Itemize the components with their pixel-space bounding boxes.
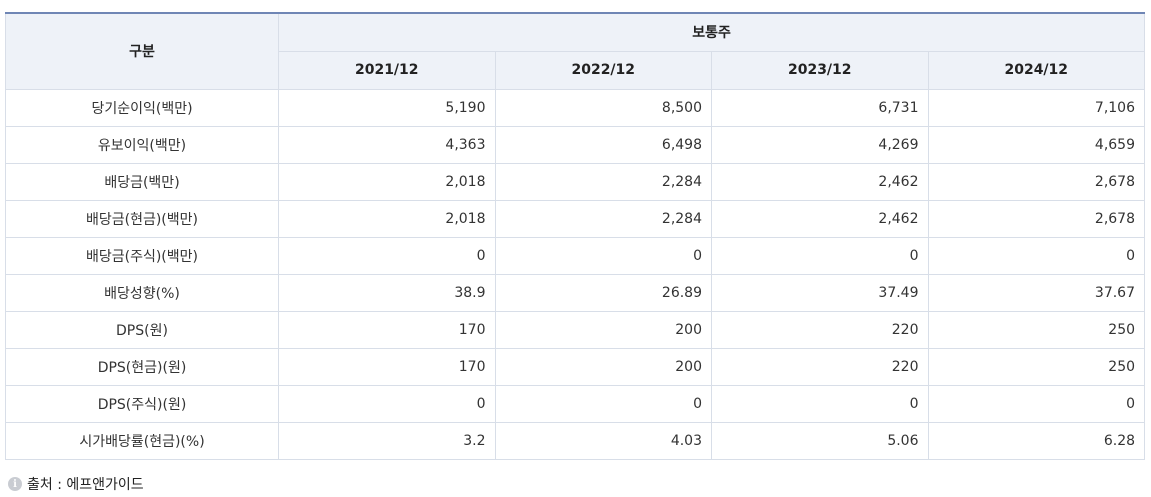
value-cell: 2,462 — [711, 162, 929, 201]
corner-header: 구분 — [5, 12, 279, 90]
row-label: 유보이익(백만) — [5, 125, 279, 164]
row-label: 배당금(현금)(백만) — [5, 199, 279, 238]
value-cell: 220 — [711, 347, 929, 386]
row-label: DPS(주식)(원) — [5, 384, 279, 423]
table-row: 배당성향(%) 38.9 26.89 37.49 37.67 — [5, 273, 1146, 312]
value-cell: 5.06 — [711, 421, 929, 460]
period-header: 2023/12 — [711, 50, 929, 90]
row-label: DPS(현금)(원) — [5, 347, 279, 386]
value-cell: 250 — [927, 347, 1146, 386]
value-cell: 4,363 — [278, 125, 496, 164]
value-cell: 220 — [711, 310, 929, 349]
dividend-table: 구분 보통주 2021/12 2022/12 2023/12 2024/12 당… — [5, 12, 1146, 460]
value-cell: 4,269 — [711, 125, 929, 164]
table-row: 유보이익(백만) 4,363 6,498 4,269 4,659 — [5, 125, 1146, 164]
source-text: 출처 : 에프앤가이드 — [27, 477, 144, 493]
value-cell: 0 — [927, 236, 1146, 275]
table-header: 구분 보통주 2021/12 2022/12 2023/12 2024/12 — [5, 12, 1146, 90]
value-cell: 2,284 — [494, 199, 712, 238]
value-cell: 6,498 — [494, 125, 712, 164]
table-row: 배당금(백만) 2,018 2,284 2,462 2,678 — [5, 162, 1146, 201]
value-cell: 5,190 — [278, 88, 496, 127]
value-cell: 4,659 — [927, 125, 1146, 164]
dividend-table-container: 구분 보통주 2021/12 2022/12 2023/12 2024/12 당… — [5, 12, 1146, 460]
value-cell: 6.28 — [927, 421, 1146, 460]
value-cell: 0 — [711, 236, 929, 275]
source-note: i 출처 : 에프앤가이드 — [8, 474, 144, 494]
value-cell: 2,284 — [494, 162, 712, 201]
value-cell: 2,462 — [711, 199, 929, 238]
row-label: 시가배당률(현금)(%) — [5, 421, 279, 460]
table-body: 당기순이익(백만) 5,190 8,500 6,731 7,106 유보이익(백만) 4,3… — [5, 88, 1146, 460]
table-row: DPS(원) 170 200 220 250 — [5, 310, 1146, 349]
value-cell: 0 — [711, 384, 929, 423]
value-cell: 2,678 — [927, 162, 1146, 201]
value-cell: 2,018 — [278, 162, 496, 201]
value-cell: 37.49 — [711, 273, 929, 312]
table-row: 배당금(현금)(백만) 2,018 2,284 2,462 2,678 — [5, 199, 1146, 238]
table-row: DPS(현금)(원) 170 200 220 250 — [5, 347, 1146, 386]
row-label: 당기순이익(백만) — [5, 88, 279, 127]
value-cell: 0 — [927, 384, 1146, 423]
value-cell: 8,500 — [494, 88, 712, 127]
row-label: 배당금(주식)(백만) — [5, 236, 279, 275]
value-cell: 0 — [278, 236, 496, 275]
value-cell: 4.03 — [494, 421, 712, 460]
period-header: 2022/12 — [494, 50, 712, 90]
table-row: 배당금(주식)(백만) 0 0 0 0 — [5, 236, 1146, 275]
value-cell: 7,106 — [927, 88, 1146, 127]
value-cell: 0 — [494, 384, 712, 423]
row-label: 배당성향(%) — [5, 273, 279, 312]
value-cell: 6,731 — [711, 88, 929, 127]
value-cell: 0 — [494, 236, 712, 275]
value-cell: 170 — [278, 310, 496, 349]
period-header: 2024/12 — [927, 50, 1146, 90]
value-cell: 250 — [927, 310, 1146, 349]
value-cell: 2,018 — [278, 199, 496, 238]
value-cell: 170 — [278, 347, 496, 386]
value-cell: 2,678 — [927, 199, 1146, 238]
row-label: 배당금(백만) — [5, 162, 279, 201]
table-row: 시가배당률(현금)(%) 3.2 4.03 5.06 6.28 — [5, 421, 1146, 460]
group-header: 보통주 — [277, 12, 1146, 52]
info-icon: i — [8, 477, 22, 491]
value-cell: 38.9 — [278, 273, 496, 312]
table-row: 당기순이익(백만) 5,190 8,500 6,731 7,106 — [5, 88, 1146, 127]
table-row: DPS(주식)(원) 0 0 0 0 — [5, 384, 1146, 423]
value-cell: 200 — [494, 310, 712, 349]
value-cell: 26.89 — [494, 273, 712, 312]
value-cell: 200 — [494, 347, 712, 386]
value-cell: 37.67 — [927, 273, 1146, 312]
value-cell: 0 — [278, 384, 496, 423]
value-cell: 3.2 — [278, 421, 496, 460]
period-header: 2021/12 — [278, 50, 496, 90]
row-label: DPS(원) — [5, 310, 279, 349]
